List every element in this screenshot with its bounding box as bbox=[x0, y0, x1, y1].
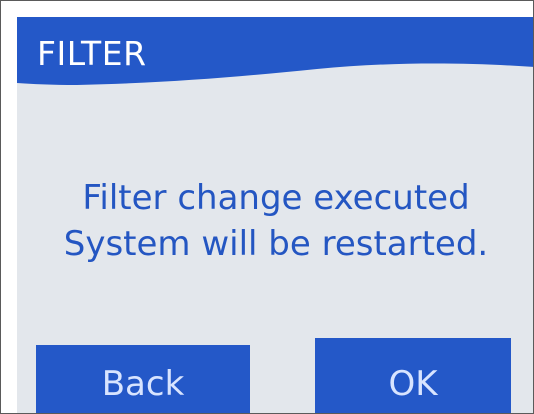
message-line-1: Filter change executed bbox=[82, 178, 470, 218]
status-message: Filter change executed System will be re… bbox=[17, 175, 533, 267]
ok-button[interactable]: OK bbox=[315, 338, 511, 413]
back-button[interactable]: Back bbox=[36, 345, 250, 413]
message-line-2: System will be restarted. bbox=[63, 224, 489, 264]
dialog-title: FILTER bbox=[37, 34, 147, 73]
device-frame: FILTER Filter change executed System wil… bbox=[0, 0, 534, 414]
display-screen: FILTER Filter change executed System wil… bbox=[17, 17, 533, 413]
